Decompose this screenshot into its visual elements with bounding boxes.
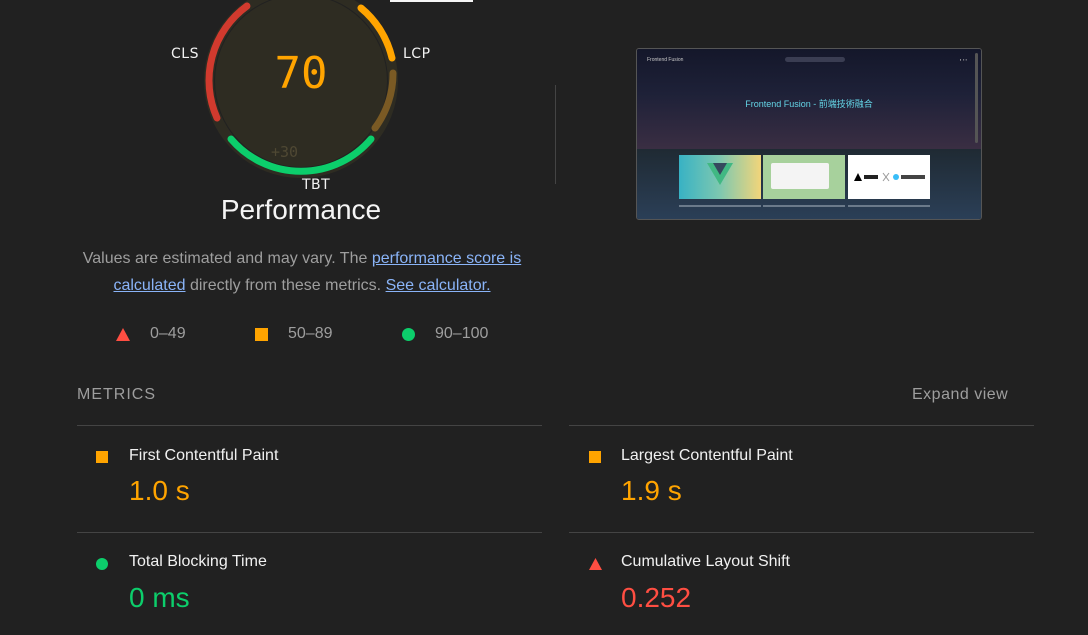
screenshot-card — [848, 155, 930, 199]
metric-fcp-value: 1.0 s — [129, 475, 190, 506]
metric-divider — [569, 532, 1034, 533]
screenshot-hero-title: Frontend Fusion - 前端技術融合 — [745, 99, 873, 109]
metrics-heading: METRICS — [77, 386, 156, 403]
gauge-label-cls: CLS — [171, 46, 199, 62]
circle-icon — [96, 558, 108, 570]
screenshot-search-bar — [785, 57, 845, 62]
metric-fcp-icon-wrap — [96, 450, 108, 468]
see-calculator-link[interactable]: See calculator. — [386, 277, 491, 294]
metric-tbt-icon-wrap — [96, 557, 108, 575]
metric-divider — [569, 425, 1034, 426]
metric-divider — [77, 532, 542, 533]
vue-logo-icon — [707, 163, 733, 185]
screenshot-card — [763, 155, 845, 199]
screenshot-card — [679, 155, 761, 199]
legend-average-range: 50–89 — [288, 325, 333, 342]
card-caption — [763, 205, 845, 207]
performance-score: 70 — [274, 48, 328, 99]
card-caption — [848, 205, 930, 207]
vercel-tailwind-logo-icon — [854, 172, 925, 182]
score-description: Values are estimated and may vary. The p… — [80, 245, 524, 299]
square-icon — [589, 451, 601, 463]
triangle-icon — [116, 327, 130, 341]
legend-fail-range: 0–49 — [150, 325, 186, 342]
square-icon — [96, 451, 108, 463]
gauge-label-lcp: LCP — [403, 46, 431, 62]
screenshot-nav-icons: ◐ ▪ ▪ — [959, 57, 967, 62]
card-caption — [679, 205, 761, 207]
screenshot-scrollbar — [975, 53, 978, 143]
metric-tbt-title: Total Blocking Time — [129, 553, 267, 570]
triangle-icon — [589, 558, 602, 570]
metric-fcp-title: First Contentful Paint — [129, 447, 279, 464]
screenshot-brand: Frontend Fusion — [647, 57, 684, 63]
metric-lcp-value: 1.9 s — [621, 475, 682, 506]
circle-icon — [402, 327, 415, 341]
legend-average: 50–89 — [255, 325, 333, 343]
score-delta: +30 — [271, 143, 299, 161]
metric-lcp-icon-wrap — [589, 450, 601, 468]
gauge-label-tbt: TBT — [302, 177, 331, 193]
description-text-middle: directly from these metrics. — [185, 277, 386, 294]
metric-cls-value: 0.252 — [621, 582, 692, 613]
legend-fail: 0–49 — [116, 325, 186, 343]
metric-divider — [77, 425, 542, 426]
legend-pass: 90–100 — [402, 325, 488, 343]
description-text: Values are estimated and may vary. The — [82, 250, 372, 267]
metric-cls-title: Cumulative Layout Shift — [621, 553, 790, 570]
performance-title: Performance — [220, 194, 382, 225]
metric-cls-icon-wrap — [589, 557, 602, 575]
final-screenshot[interactable]: Frontend Fusion ◐ ▪ ▪ Frontend Fusion - … — [636, 48, 982, 220]
expand-view-toggle[interactable]: Expand view — [912, 386, 1008, 404]
legend-pass-range: 90–100 — [435, 325, 489, 342]
square-icon — [255, 327, 268, 341]
metric-lcp-title: Largest Contentful Paint — [621, 447, 793, 464]
metric-tbt-value: 0 ms — [129, 582, 190, 613]
vertical-divider — [555, 85, 556, 184]
card-preview — [771, 163, 829, 189]
